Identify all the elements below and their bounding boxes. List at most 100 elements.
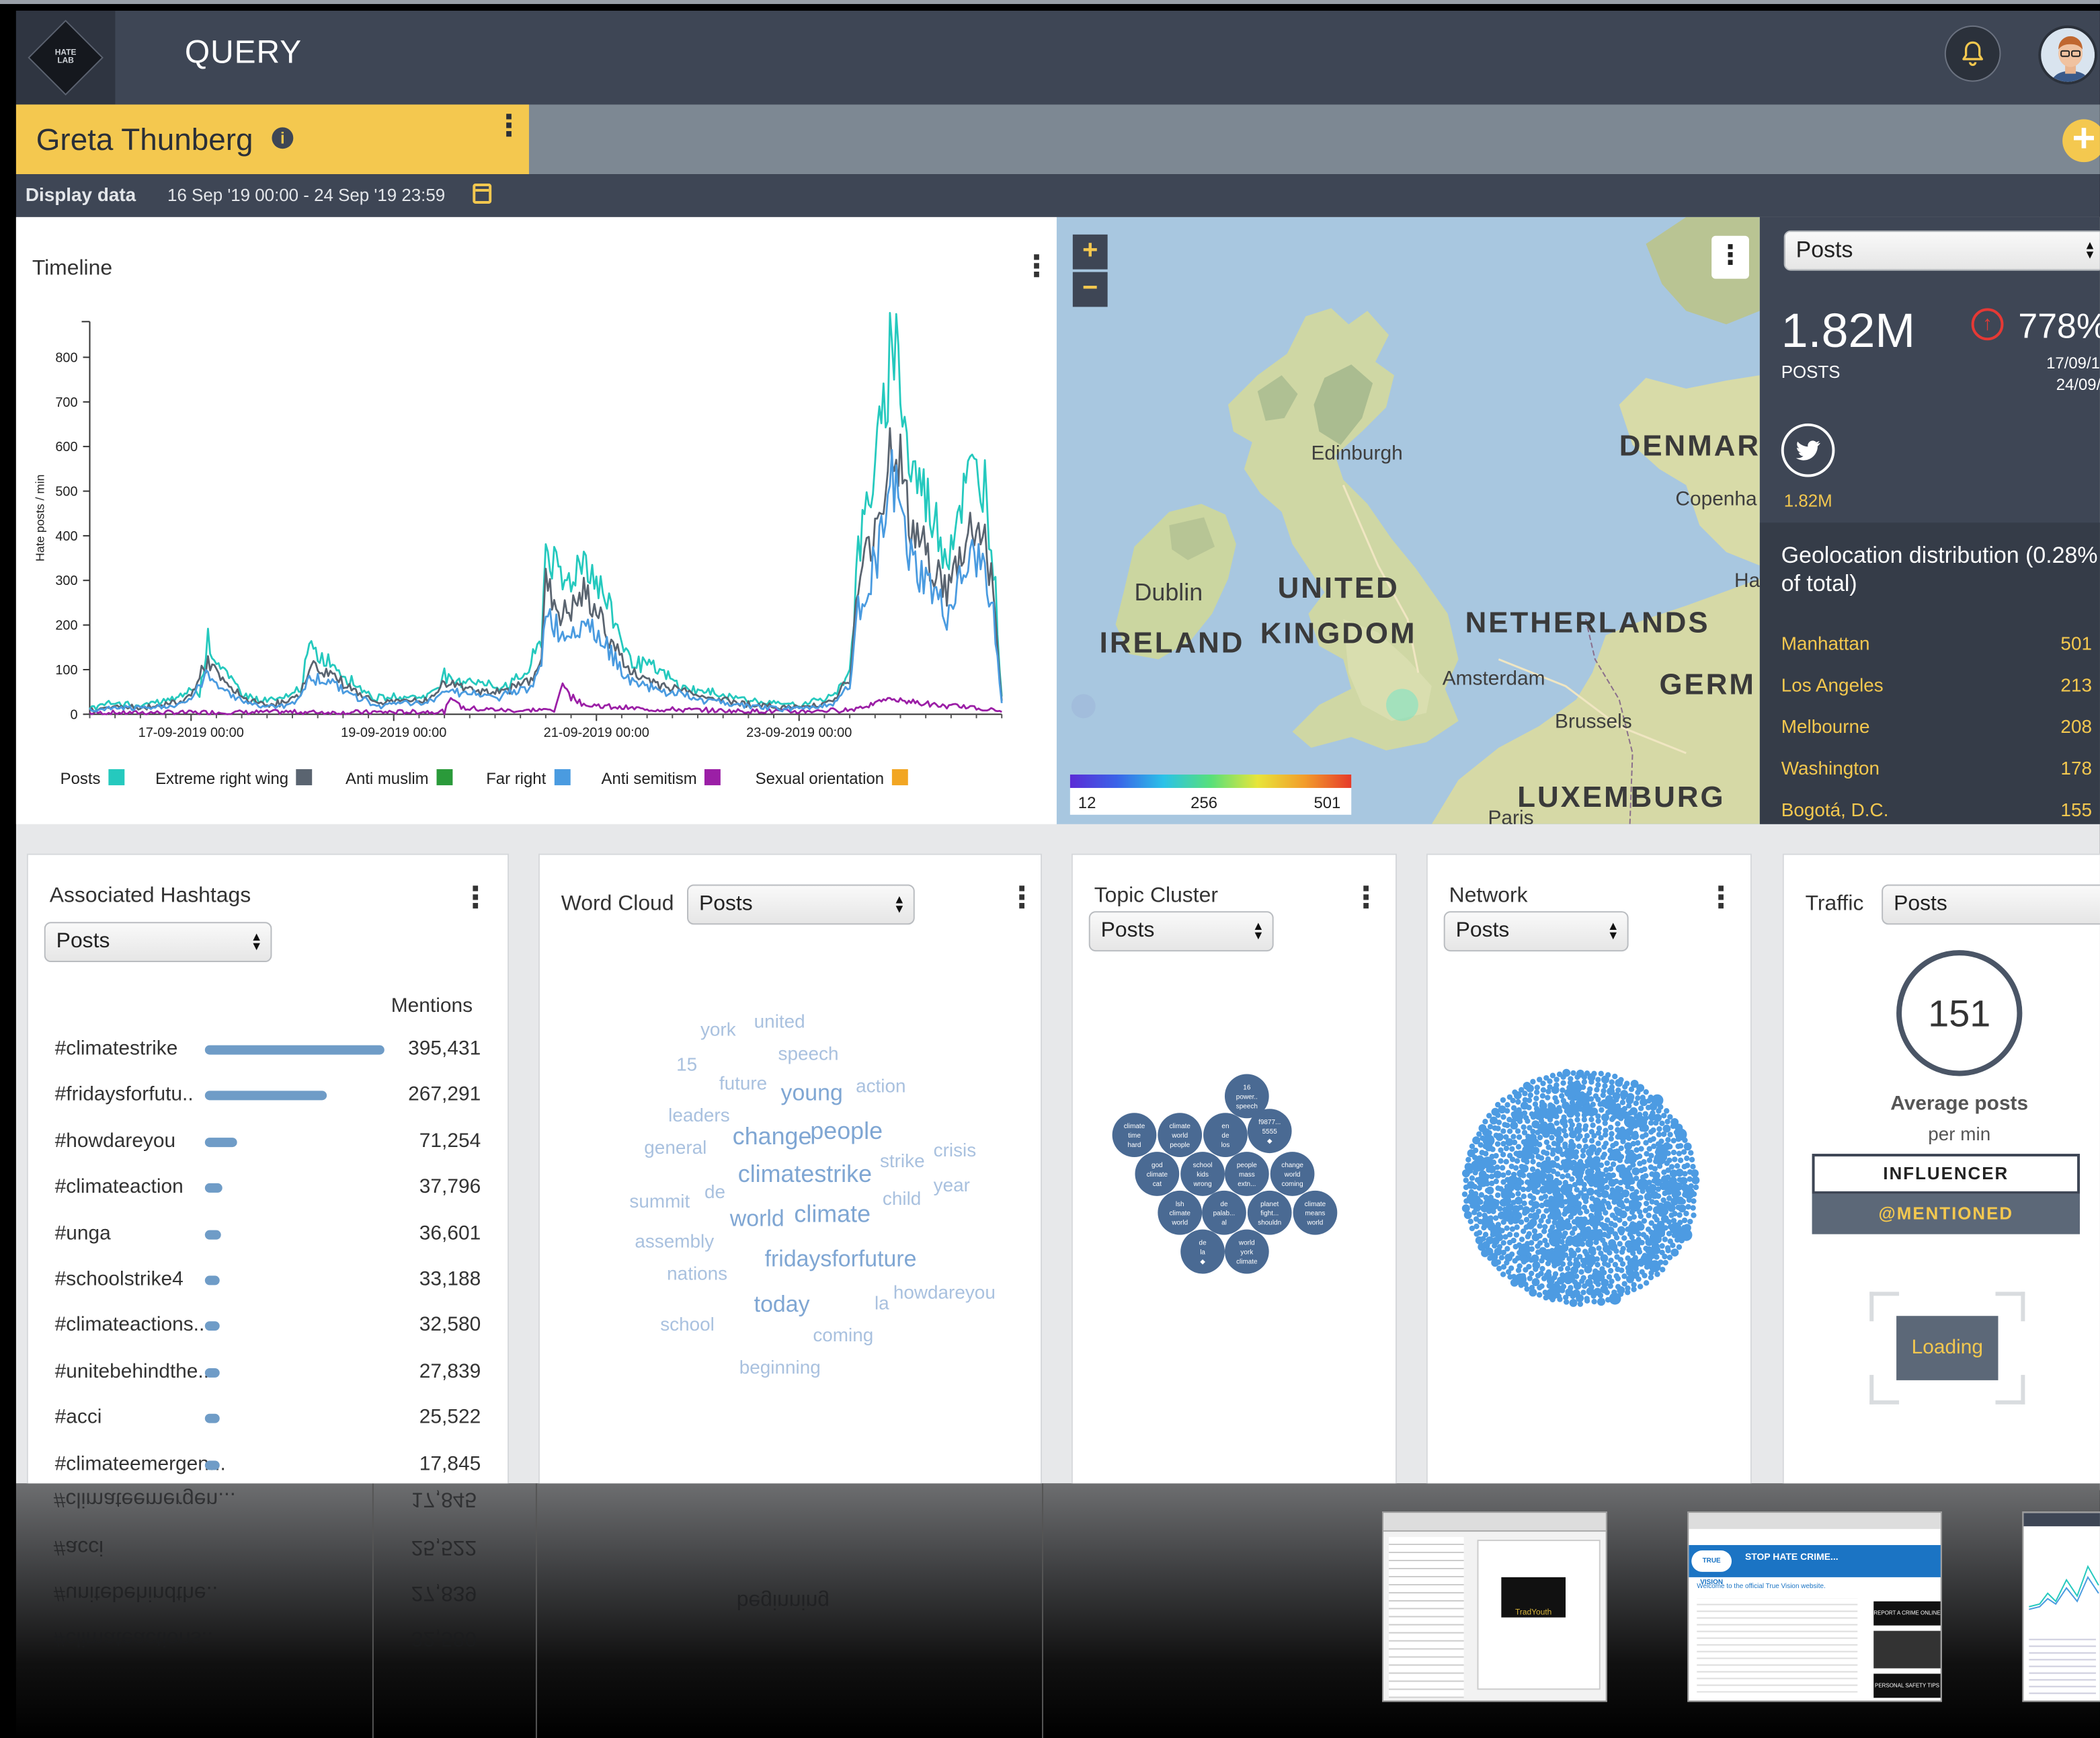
network-node xyxy=(1521,1200,1527,1206)
network-node xyxy=(1619,1173,1625,1179)
network-node xyxy=(1503,1145,1510,1152)
tab-menu-button[interactable]: ⋮ xyxy=(494,110,524,140)
hashtag-row[interactable]: #acci 25,522 xyxy=(28,1403,510,1444)
network-node xyxy=(1482,1232,1489,1238)
network-node xyxy=(1613,1206,1619,1212)
legend-item[interactable]: Sexual orientation xyxy=(756,769,908,788)
topic-bubble[interactable]: de la◆ xyxy=(1180,1229,1225,1274)
notifications-button[interactable] xyxy=(1944,25,2001,82)
topic-bubble[interactable]: god climate cat xyxy=(1135,1152,1180,1196)
network-node xyxy=(1604,1160,1610,1167)
legend-item[interactable]: Posts xyxy=(60,769,125,788)
network-node xyxy=(1670,1218,1677,1224)
geo-row[interactable]: Washington 178 xyxy=(1781,757,2092,787)
word-cloud-word: leaders xyxy=(668,1104,730,1126)
topic-bubble[interactable]: school kids wrong xyxy=(1180,1152,1225,1196)
hashtag-row[interactable]: #fridaysforfutu.. 267,291 xyxy=(28,1080,510,1121)
topic-bubble[interactable]: climate means world xyxy=(1293,1190,1338,1235)
topic-bubble[interactable]: en de los xyxy=(1203,1113,1248,1158)
geo-row[interactable]: Melbourne 208 xyxy=(1781,715,2092,745)
bell-icon xyxy=(1962,41,1983,67)
hashtag-row[interactable]: #climateactions.. 32,580 xyxy=(28,1311,510,1351)
network-node xyxy=(1542,1238,1548,1244)
network-node xyxy=(1537,1232,1543,1239)
network-node xyxy=(1615,1283,1621,1290)
hashtag-row[interactable]: #schoolstrike4 33,188 xyxy=(28,1265,510,1305)
hashtag-label: #climateactions.. xyxy=(54,1314,205,1337)
network-graph[interactable] xyxy=(1428,855,1753,1492)
timeline-chart[interactable]: 0 100 200 300 400 500 600 700 800 Hate posts / mi… xyxy=(16,217,1057,824)
network-node xyxy=(1593,1189,1600,1195)
topic-bubble[interactable]: climate world people xyxy=(1158,1113,1203,1158)
network-node xyxy=(1670,1138,1677,1144)
city-label: Dublin xyxy=(1134,579,1203,606)
geo-row[interactable]: Los Angeles 213 xyxy=(1781,674,2092,704)
topic-bubble[interactable]: f9877... 5555 ◆ xyxy=(1247,1109,1292,1154)
query-tab-greta-thunberg[interactable]: Greta Thunberg i ⋮ xyxy=(15,104,529,175)
network-node xyxy=(1670,1149,1677,1156)
network-node xyxy=(1526,1084,1534,1093)
network-node xyxy=(1652,1206,1661,1214)
topic-bubble[interactable]: de palab... al xyxy=(1202,1190,1246,1235)
influencer-button[interactable]: INFLUENCER xyxy=(1812,1154,2081,1194)
network-card: Network ⋮ Posts ▲ ▼ xyxy=(1426,853,1753,1492)
network-node xyxy=(1627,1231,1633,1237)
topic-bubble[interactable]: change world coming xyxy=(1270,1152,1315,1196)
topic-bubble[interactable]: climate time hard xyxy=(1112,1113,1157,1158)
window-thumbnail-tradyouth[interactable]: TradYouth xyxy=(1382,1511,1607,1702)
hashtag-count: 32,580 xyxy=(419,1314,481,1337)
legend-item[interactable]: Far right xyxy=(486,769,571,788)
topic-bubble[interactable]: planet fight... shouldn xyxy=(1247,1190,1292,1235)
user-avatar[interactable] xyxy=(2038,25,2097,85)
network-node xyxy=(1488,1215,1494,1221)
app-logo[interactable]: HATE LAB xyxy=(15,10,116,105)
hashtag-row[interactable]: #climateaction 37,796 xyxy=(28,1173,510,1213)
window-thumbnail-true-vision[interactable]: TRUE VISION STOP HATE CRIME... Welcome t… xyxy=(1687,1511,1942,1702)
legend-item[interactable]: Anti semitism xyxy=(602,769,721,788)
hashtags-metric-select[interactable]: Posts ▲ ▼ xyxy=(44,922,272,963)
map-zoom-in-button[interactable]: + xyxy=(1072,234,1108,270)
geo-row[interactable]: Manhattan 501 xyxy=(1781,633,2092,662)
geo-count: 213 xyxy=(2060,674,2092,696)
network-node xyxy=(1588,1116,1594,1123)
map-menu-button[interactable]: ⋮ xyxy=(1711,235,1749,279)
network-node xyxy=(1582,1137,1588,1144)
stats-metric-select[interactable]: Posts ▲ ▼ xyxy=(1783,230,2100,271)
hashtag-row[interactable]: #unitebehindthe.. 27,839 xyxy=(28,1357,510,1398)
hashtags-menu-button[interactable]: ⋮ xyxy=(460,882,490,912)
network-node xyxy=(1594,1261,1601,1268)
network-node xyxy=(1567,1261,1573,1267)
legend-item[interactable]: Extreme right wing xyxy=(155,769,313,788)
trend-up-icon: ↑ xyxy=(1971,308,2004,341)
legend-max: 501 xyxy=(1314,793,1341,812)
traffic-metric-select[interactable]: Posts ▲▼ xyxy=(1882,884,2100,925)
topic-cluster-chart[interactable]: 16power..speechclimatetimehardclimatewor… xyxy=(1073,855,1398,1492)
network-node xyxy=(1553,1120,1560,1126)
twitter-icon[interactable] xyxy=(1781,423,1835,477)
topic-bubble[interactable]: world yorkclimate xyxy=(1224,1229,1269,1274)
hashtag-row[interactable]: #howdareyou 71,254 xyxy=(28,1127,510,1167)
legend-item[interactable]: Anti muslim xyxy=(346,769,453,788)
mentioned-button[interactable]: @MENTIONED xyxy=(1812,1193,2081,1234)
geo-map[interactable]: + − ⋮ DENMAR UNITED KINGDOM IRELAND NETH… xyxy=(1056,216,1760,824)
network-node xyxy=(1515,1099,1521,1105)
map-zoom-out-button[interactable]: − xyxy=(1072,272,1108,307)
topic-bubble-label: change xyxy=(1281,1162,1303,1169)
hashtag-row[interactable]: #unga 36,601 xyxy=(28,1219,510,1259)
topic-bubble[interactable]: people mass extn... xyxy=(1224,1152,1269,1196)
info-icon[interactable]: i xyxy=(272,127,294,149)
calendar-icon[interactable] xyxy=(473,184,492,204)
network-node xyxy=(1610,1161,1617,1167)
window-thumbnail-dashboard[interactable] xyxy=(2022,1511,2100,1702)
hashtag-row[interactable]: #climatestrike 395,431 xyxy=(28,1035,510,1075)
topic-bubble[interactable]: lsh climate world xyxy=(1158,1190,1203,1235)
add-query-button[interactable]: + xyxy=(2062,118,2100,163)
geo-row[interactable]: Bogotá, D.C. 155 xyxy=(1781,799,2092,824)
reflected-text: 27,839 xyxy=(411,1581,477,1604)
network-node xyxy=(1595,1140,1601,1146)
hashtag-bar xyxy=(204,1414,220,1424)
network-node xyxy=(1574,1216,1581,1222)
topic-bubble-label: climate xyxy=(1169,1210,1190,1218)
network-node xyxy=(1619,1099,1626,1105)
date-range-value[interactable]: 16 Sep '19 00:00 - 24 Sep '19 23:59 xyxy=(167,185,445,205)
